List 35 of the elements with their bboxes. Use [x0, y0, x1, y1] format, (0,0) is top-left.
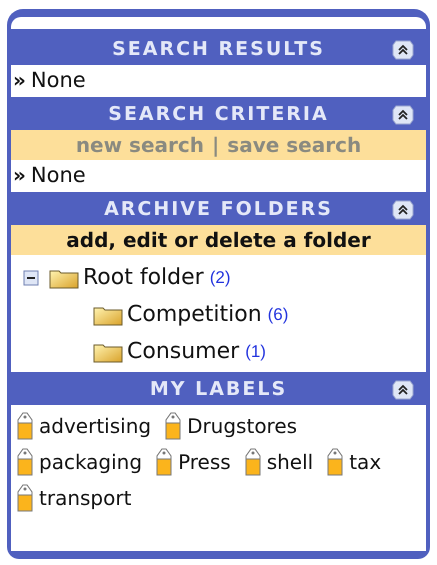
collapse-icon[interactable] — [392, 39, 414, 61]
result-text: None — [30, 68, 86, 92]
section-title: SEARCH RESULTS — [112, 38, 325, 60]
section-title: ARCHIVE FOLDERS — [104, 198, 333, 220]
tag-icon — [163, 411, 184, 441]
collapse-icon[interactable] — [392, 104, 414, 126]
label-link[interactable]: advertising — [39, 414, 152, 438]
label-link[interactable]: tax — [349, 450, 382, 474]
folder-name[interactable]: Root folder — [83, 265, 204, 290]
bullet-marker: » — [13, 163, 26, 187]
item-count: (2) — [210, 268, 230, 288]
section-title: SEARCH CRITERIA — [108, 102, 329, 124]
tag-icon — [242, 447, 263, 477]
tag-icon — [15, 483, 35, 513]
tag-icon — [154, 447, 174, 477]
folder-name[interactable]: Competition — [127, 302, 262, 327]
folder-name[interactable]: Consumer — [127, 339, 240, 364]
collapse-icon[interactable] — [392, 199, 414, 221]
tag-icon — [15, 411, 35, 441]
label-link[interactable]: Drugstores — [187, 414, 298, 438]
tag-icon — [15, 447, 35, 477]
item-count: (6) — [268, 304, 288, 324]
bullet-marker: » — [13, 68, 26, 92]
label-link[interactable]: transport — [39, 486, 132, 510]
collapse-icon[interactable] — [23, 270, 39, 286]
item-count: (1) — [245, 342, 266, 362]
label-link[interactable]: packaging — [39, 450, 142, 474]
label-link[interactable]: shell — [266, 450, 314, 474]
collapse-icon[interactable] — [392, 379, 414, 401]
result-text: None — [30, 163, 86, 187]
action-link[interactable]: add, edit or delete a folder — [66, 228, 371, 252]
separator: | — [212, 133, 220, 157]
section-title: MY LABELS — [150, 378, 288, 400]
tag-icon — [325, 447, 346, 477]
label-link[interactable]: Press — [178, 450, 231, 474]
